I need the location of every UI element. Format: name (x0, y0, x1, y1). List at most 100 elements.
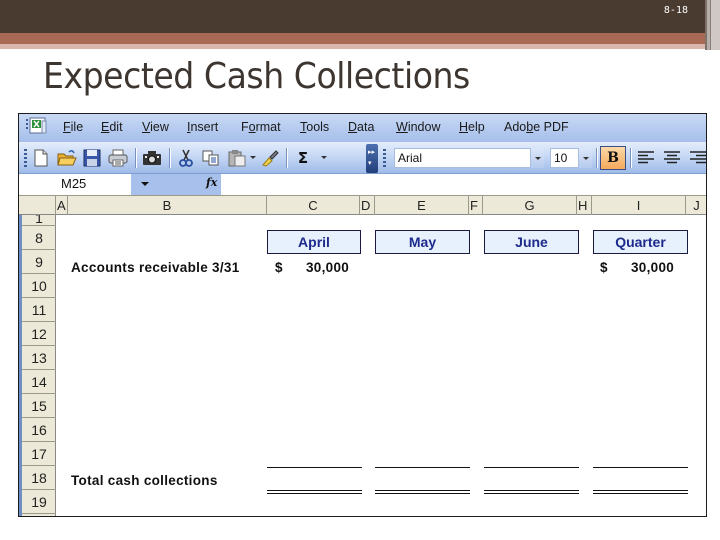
name-box[interactable]: M25 (19, 174, 131, 195)
excel-window: File Edit View Insert Format Tools Data … (18, 113, 707, 517)
row-header-8[interactable]: 8 (22, 226, 56, 250)
toolbar-grip[interactable] (383, 149, 386, 167)
cut-button[interactable] (175, 147, 197, 169)
column-header-g[interactable]: G (483, 196, 577, 215)
column-header-c[interactable]: C (267, 196, 360, 215)
cut-icon (179, 149, 193, 167)
print-icon (108, 149, 128, 167)
formula-bar: M25 fx (19, 174, 706, 195)
cell-c9-currency: $ (275, 260, 283, 275)
menu-format[interactable]: Format (241, 120, 281, 134)
bold-button[interactable]: B (600, 146, 626, 170)
toolbar-options-button[interactable]: ▸▸ ▾ (366, 144, 378, 173)
copy-button[interactable] (200, 147, 222, 169)
column-header-h[interactable]: H (577, 196, 592, 215)
slide-title: Expected Cash Collections (43, 56, 470, 97)
row-headers: 1 8 9 10 11 12 13 14 15 16 17 18 19 (19, 215, 56, 516)
cell-c9-value[interactable]: 30,000 (306, 260, 349, 275)
slide-decoration-strip (705, 0, 720, 50)
camera-icon (143, 151, 161, 165)
align-right-icon[interactable] (689, 151, 707, 165)
toolbar-separator (596, 148, 597, 168)
row-header-14[interactable]: 14 (22, 370, 56, 394)
print-button[interactable] (107, 147, 129, 169)
cell-i9-value[interactable]: 30,000 (631, 260, 674, 275)
column-header-a[interactable]: A (56, 196, 68, 215)
cell-b18-label[interactable]: Total cash collections (71, 473, 218, 488)
header-cell-april[interactable]: April (267, 230, 361, 254)
slide-number: 8-18 (663, 5, 688, 16)
select-all-corner[interactable] (19, 196, 56, 215)
slide-accent-bar (0, 33, 720, 44)
formula-input[interactable] (221, 174, 706, 195)
save-icon (83, 149, 101, 167)
menu-help[interactable]: Help (459, 120, 485, 134)
menu-bar: File Edit View Insert Format Tools Data … (19, 114, 706, 142)
column-header-j[interactable]: J (686, 196, 706, 215)
format-painter-button[interactable] (259, 147, 281, 169)
menu-window[interactable]: Window (396, 120, 440, 134)
save-button[interactable] (81, 147, 103, 169)
column-header-d[interactable]: D (360, 196, 375, 215)
subtotal-line-april (267, 467, 362, 468)
column-header-i[interactable]: I (592, 196, 686, 215)
menu-adobe-pdf[interactable]: Adobe PDF (504, 120, 569, 134)
column-header-f[interactable]: F (469, 196, 483, 215)
row-header-18[interactable]: 18 (22, 466, 56, 490)
menu-insert[interactable]: Insert (187, 120, 218, 134)
subtotal-line-may (375, 467, 470, 468)
menu-tools[interactable]: Tools (300, 120, 329, 134)
cell-b9-label[interactable]: Accounts receivable 3/31 (71, 260, 240, 275)
slide-header-bar (0, 0, 720, 33)
menu-edit[interactable]: Edit (101, 120, 123, 134)
row-header-9[interactable]: 9 (22, 250, 56, 274)
toolbar-separator (169, 148, 170, 168)
column-header-b[interactable]: B (68, 196, 267, 215)
format-painter-icon (262, 150, 279, 167)
toolbar-grip[interactable] (24, 149, 27, 167)
row-header-10[interactable]: 10 (22, 274, 56, 298)
row-header-19[interactable]: 19 (22, 490, 56, 514)
total-double-line-april (267, 490, 362, 494)
toolbar-separator (135, 148, 136, 168)
paste-dropdown[interactable] (250, 156, 256, 159)
open-button[interactable] (56, 147, 78, 169)
menu-file[interactable]: File (63, 120, 83, 134)
paste-icon (228, 150, 246, 167)
header-cell-may[interactable]: May (375, 230, 470, 254)
insert-function-icon[interactable]: fx (206, 176, 217, 189)
new-icon (34, 149, 48, 167)
column-headers: A B C D E F G H I J (19, 195, 706, 215)
align-left-icon[interactable] (637, 151, 655, 165)
row-header-11[interactable]: 11 (22, 298, 56, 322)
paste-button[interactable] (226, 147, 248, 169)
total-double-line-quarter (593, 490, 688, 494)
row-header-13[interactable]: 13 (22, 346, 56, 370)
row-header-15[interactable]: 15 (22, 394, 56, 418)
menu-view[interactable]: View (142, 120, 169, 134)
excel-app-icon[interactable] (26, 117, 48, 135)
slide-accent-bar-light (0, 44, 720, 49)
copy-icon (202, 150, 219, 166)
row-header-12[interactable]: 12 (22, 322, 56, 346)
font-name-dropdown[interactable] (530, 148, 544, 168)
autosum-button[interactable]: Σ (292, 147, 314, 169)
cell-i9-currency: $ (600, 260, 608, 275)
row-header-17[interactable]: 17 (22, 442, 56, 466)
align-center-icon[interactable] (663, 151, 681, 165)
toolbar-separator (630, 148, 631, 168)
row-header-16[interactable]: 16 (22, 418, 56, 442)
row-header-1[interactable]: 1 (22, 215, 56, 226)
camera-button[interactable] (141, 147, 163, 169)
header-cell-june[interactable]: June (484, 230, 579, 254)
new-button[interactable] (30, 147, 52, 169)
header-cell-quarter[interactable]: Quarter (593, 230, 688, 254)
font-name-input[interactable]: Arial (394, 148, 544, 168)
font-size-dropdown[interactable] (578, 148, 592, 168)
toolbar: Σ ▸▸ ▾ Arial 10 B (19, 142, 706, 174)
subtotal-line-quarter (593, 467, 688, 468)
open-icon (57, 149, 77, 166)
autosum-dropdown[interactable] (321, 156, 327, 159)
column-header-e[interactable]: E (375, 196, 469, 215)
menu-data[interactable]: Data (348, 120, 374, 134)
